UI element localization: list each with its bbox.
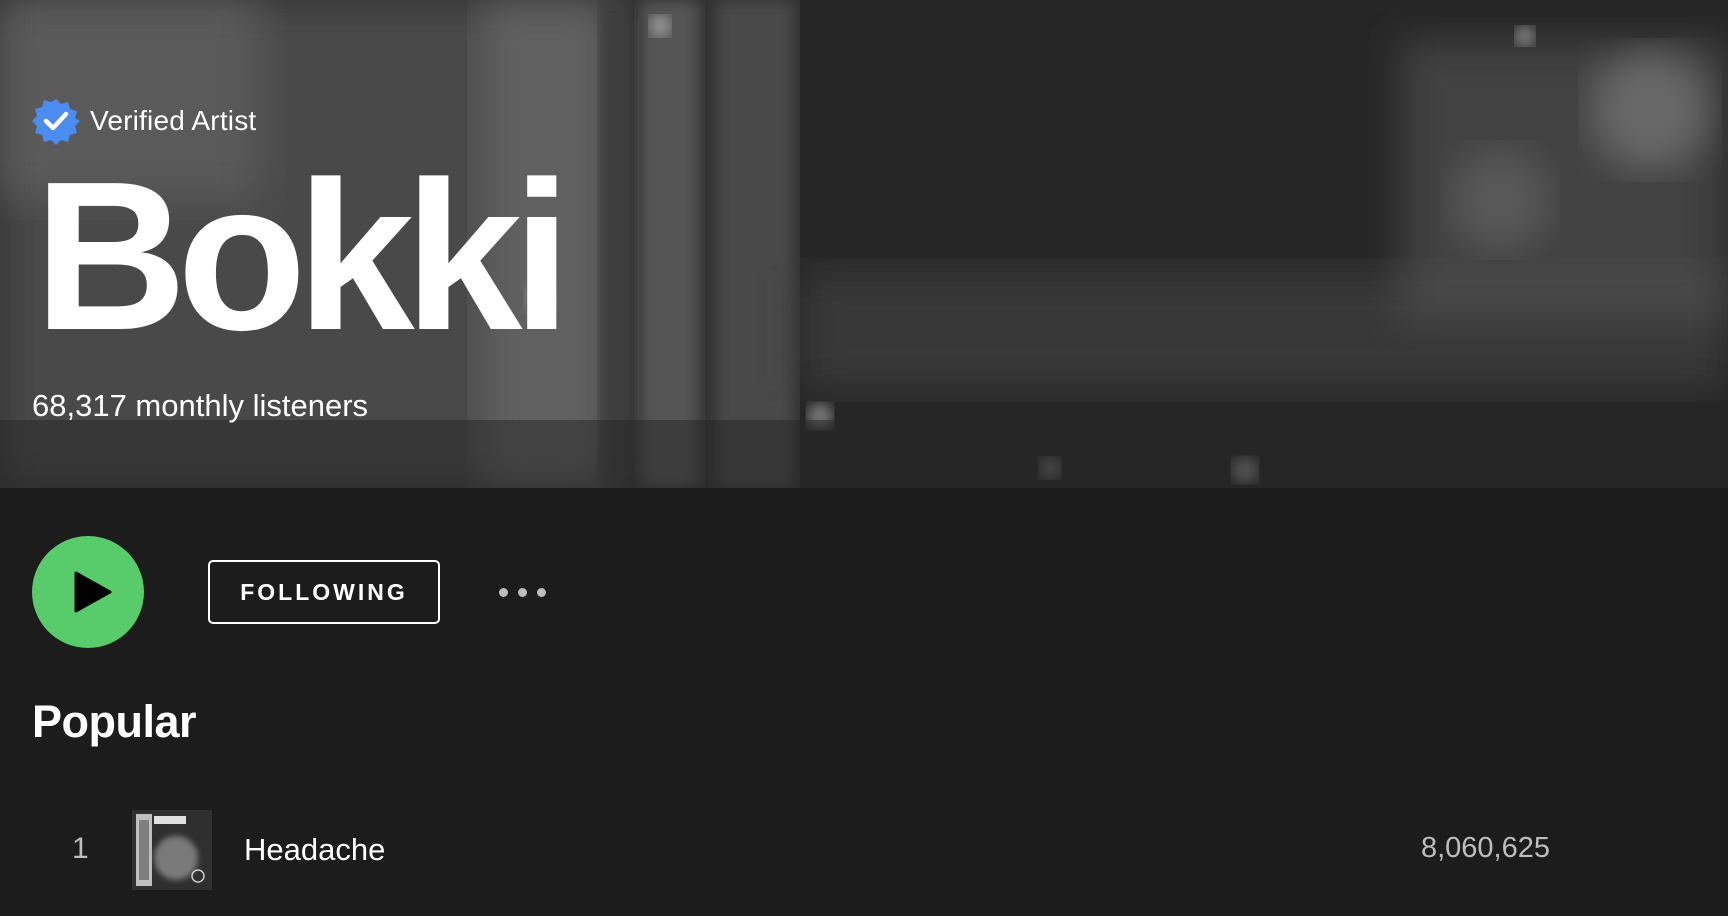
play-icon (74, 571, 112, 613)
artist-page: Verified Artist Bokki 68,317 monthly lis… (0, 0, 1728, 916)
more-options-button[interactable] (490, 574, 554, 610)
play-button[interactable] (32, 536, 144, 648)
following-button[interactable]: FOLLOWING (208, 560, 440, 624)
track-cover-art (132, 810, 212, 890)
artist-name: Bokki (34, 137, 571, 374)
popular-section-title: Popular (32, 696, 197, 747)
track-row[interactable]: 1 Headache 8,060,625 (0, 804, 1728, 896)
verified-artist-label: Verified Artist (90, 105, 257, 136)
monthly-listeners: 68,317 monthly listeners (32, 388, 369, 423)
more-horizontal-icon (498, 587, 546, 597)
artist-header: Verified Artist Bokki 68,317 monthly lis… (0, 0, 1728, 488)
track-play-count: 8,060,625 (1420, 832, 1550, 864)
track-title: Headache (244, 832, 386, 867)
track-index: 1 (72, 832, 89, 865)
